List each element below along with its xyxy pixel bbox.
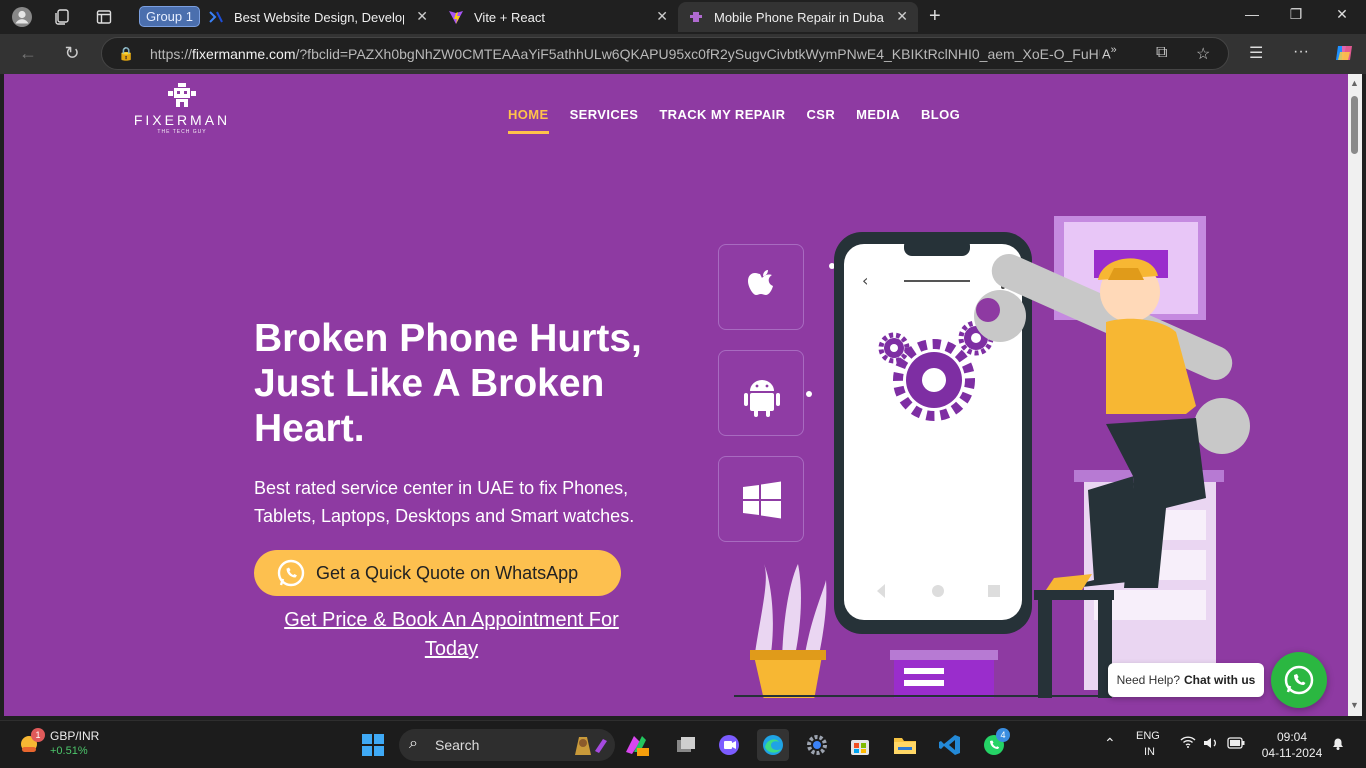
search-label: Search	[435, 737, 480, 753]
immersive-reader-icon[interactable]: ⧉	[1156, 44, 1167, 62]
favorites-icon[interactable]: ☰	[1249, 43, 1263, 63]
window-close-icon[interactable]: ✕	[1332, 6, 1352, 23]
clock-time[interactable]: 09:04	[1262, 730, 1322, 744]
tab-group-label[interactable]: Group 1	[139, 6, 200, 27]
main-menu: HOME SERVICES TRACK MY REPAIR CSR MEDIA …	[508, 107, 981, 134]
chat-help-bubble[interactable]: Need Help? Chat with us	[1108, 663, 1264, 697]
whatsapp-float-icon	[1284, 665, 1314, 695]
profile-icon[interactable]	[10, 5, 34, 29]
close-tab-icon[interactable]: ✕	[416, 8, 428, 25]
workspaces-icon[interactable]	[50, 5, 74, 29]
close-tab-icon[interactable]: ✕	[896, 8, 908, 25]
battery-icon[interactable]	[1227, 737, 1245, 752]
vscode-icon[interactable]	[934, 729, 966, 761]
search-icon: ⌕	[409, 735, 418, 752]
tab-website-design[interactable]: Best Website Design, Developmen ✕	[198, 2, 438, 32]
close-tab-icon[interactable]: ✕	[656, 8, 668, 25]
more-menu-icon[interactable]: ···	[1293, 43, 1309, 61]
url-text[interactable]: https://fixermanme.com/?fbclid=PAZXh0bgN…	[150, 46, 1100, 62]
scroll-down-icon[interactable]: ▼	[1350, 700, 1359, 710]
address-toolbar: ← ↻ 🔒 https://fixermanme.com/?fbclid=PAZ…	[0, 34, 1366, 74]
menu-track-my-repair[interactable]: TRACK MY REPAIR	[659, 107, 785, 134]
menu-media[interactable]: MEDIA	[856, 107, 900, 134]
browser-tab-bar: Group 1 Best Website Design, Developmen …	[0, 0, 1366, 34]
notification-bell-icon[interactable]	[1330, 735, 1346, 754]
help-text: Need Help?	[1116, 673, 1181, 687]
tab-title: Mobile Phone Repair in Dubai | Ta	[714, 9, 884, 25]
whatsapp-float-button[interactable]	[1271, 652, 1327, 708]
copilot-icon[interactable]	[1333, 42, 1355, 69]
ticker-name[interactable]: GBP/INR	[50, 729, 99, 743]
fixerman-logo[interactable]: FIXERMAN THE TECH GUY	[130, 82, 234, 135]
menu-home[interactable]: HOME	[508, 107, 549, 134]
menu-csr[interactable]: CSR	[806, 107, 835, 134]
tab-title: Vite + React	[474, 9, 545, 25]
vite-icon	[448, 9, 464, 25]
fixerman-favicon-icon	[688, 9, 704, 25]
taskbar-search[interactable]: ⌕ Search	[399, 729, 615, 761]
search-highlight-icon	[569, 733, 609, 760]
language-bottom: IN	[1144, 746, 1155, 758]
whatsapp-badge: 4	[996, 728, 1010, 742]
store-icon[interactable]	[844, 729, 876, 761]
tab-actions-icon[interactable]	[92, 5, 116, 29]
tab-mobile-phone-repair[interactable]: Mobile Phone Repair in Dubai | Ta ✕	[678, 2, 918, 32]
favorite-star-icon[interactable]: ☆	[1196, 44, 1210, 64]
windows-taskbar: 1 GBP/INR +0.51% ⌕ Search 4 ⌃ ENG IN 09:…	[0, 720, 1366, 768]
menu-blog[interactable]: BLOG	[921, 107, 960, 134]
hero-subtitle: Best rated service center in UAE to fix …	[254, 478, 635, 526]
whatsapp-quote-label: Get a Quick Quote on WhatsApp	[316, 562, 579, 583]
logo-mark-icon	[164, 82, 200, 110]
logo-name: FIXERMAN	[133, 112, 231, 128]
logo-tagline: THE TECH GUY	[157, 129, 207, 135]
start-icon[interactable]	[357, 729, 389, 761]
whatsapp-icon	[276, 558, 306, 588]
web-page: FIXERMAN THE TECH GUY HOME SERVICES TRAC…	[4, 74, 1348, 716]
app-pre-icon[interactable]	[620, 729, 652, 761]
page-scrollbar[interactable]: ▲ ▼	[1348, 74, 1362, 716]
refresh-icon[interactable]: ↻	[60, 43, 84, 65]
help-bold-text: Chat with us	[1184, 673, 1256, 687]
settings-icon[interactable]	[801, 729, 833, 761]
minimize-icon[interactable]: —	[1242, 6, 1262, 22]
read-aloud-icon[interactable]: A»	[1102, 44, 1117, 61]
ticker-change: +0.51%	[50, 745, 88, 757]
back-icon[interactable]: ←	[16, 43, 40, 65]
file-explorer-icon[interactable]	[889, 729, 921, 761]
book-appointment-link[interactable]: Get Price & Book An Appointment For Toda…	[274, 606, 629, 664]
hero-title: Broken Phone Hurts, Just Like A Broken H…	[254, 317, 642, 450]
lock-icon[interactable]: 🔒	[118, 46, 134, 62]
clock-date: 04-11-2024	[1261, 746, 1323, 760]
whatsapp-quote-button[interactable]: Get a Quick Quote on WhatsApp	[254, 550, 621, 596]
clipchamp-icon[interactable]	[713, 729, 745, 761]
new-tab-icon[interactable]: +	[929, 5, 941, 28]
chevron-up-icon[interactable]: ⌃	[1104, 735, 1116, 752]
repair-illustration: ‹	[734, 216, 1254, 698]
site-favicon-icon	[208, 9, 224, 25]
language-top[interactable]: ENG	[1136, 730, 1160, 742]
wifi-icon[interactable]	[1180, 735, 1196, 752]
scroll-up-icon[interactable]: ▲	[1350, 78, 1359, 88]
address-bar[interactable]: 🔒 https://fixermanme.com/?fbclid=PAZXh0b…	[101, 37, 1229, 70]
edge-icon[interactable]	[757, 729, 789, 761]
volume-icon[interactable]	[1203, 736, 1219, 753]
tab-title: Best Website Design, Developmen	[234, 9, 404, 25]
widget-badge: 1	[31, 728, 45, 742]
task-view-icon[interactable]	[670, 729, 702, 761]
restore-icon[interactable]: ❐	[1286, 6, 1306, 23]
tab-vite-react[interactable]: Vite + React ✕	[438, 2, 678, 32]
scrollbar-thumb[interactable]	[1351, 96, 1358, 154]
svg-text:‹: ‹	[862, 271, 868, 290]
menu-services[interactable]: SERVICES	[570, 107, 639, 134]
